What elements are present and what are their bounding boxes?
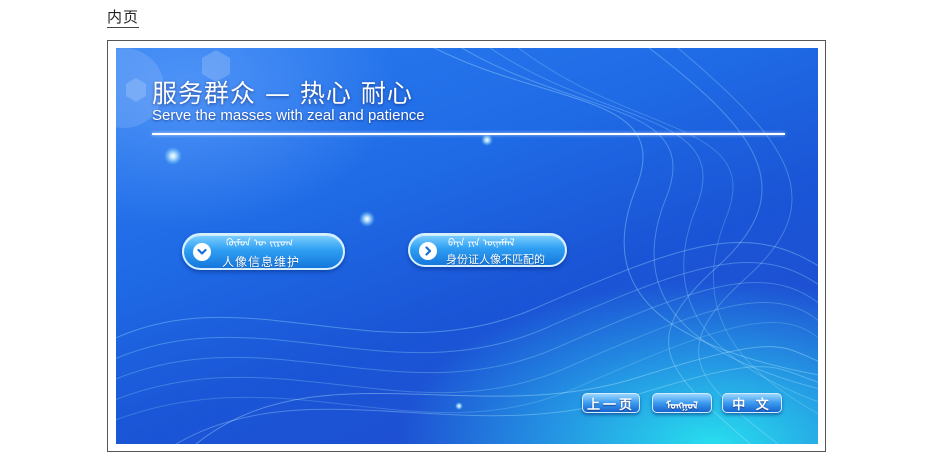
title-divider (152, 133, 785, 135)
chinese-language-button[interactable]: 中 文 (722, 393, 782, 413)
chevron-down-icon (193, 243, 211, 261)
button-mongolian-label: ᠬᠥᠮᠦᠨ ᠦ ᠵᠢᠷᠤᠭ (226, 238, 294, 249)
mongolian-language-button[interactable]: ᠮᠣᠩᠭᠣᠯ (652, 393, 712, 413)
button-label: 身份证人像不匹配的 (446, 253, 545, 266)
portrait-info-maintenance-button[interactable]: ᠬᠥᠮᠦᠨ ᠦ ᠵᠢᠷᠤᠭ 人像信息维护 (182, 233, 345, 270)
screen-subline: Serve the masses with zeal and patience (152, 107, 425, 124)
prev-page-button[interactable]: 上一页 (582, 393, 640, 413)
button-mongolian-label: ᠪᠡᠶᠡ ᠶᠢᠨ ᠦᠨᠡᠮᠯᠡᠯ (448, 238, 515, 249)
page-label: 内页 (107, 8, 140, 28)
screen-headline: 服务群众 — 热心 耐心 (152, 79, 413, 108)
kiosk-screen: 服务群众 — 热心 耐心 Serve the masses with zeal … (116, 48, 818, 444)
id-portrait-mismatch-button[interactable]: ᠪᠡᠶᠡ ᠶᠢᠨ ᠦᠨᠡᠮᠯᠡᠯ 身份证人像不匹配的 (408, 233, 567, 267)
button-label: 人像信息维护 (222, 255, 301, 269)
chevron-right-icon (419, 242, 437, 260)
